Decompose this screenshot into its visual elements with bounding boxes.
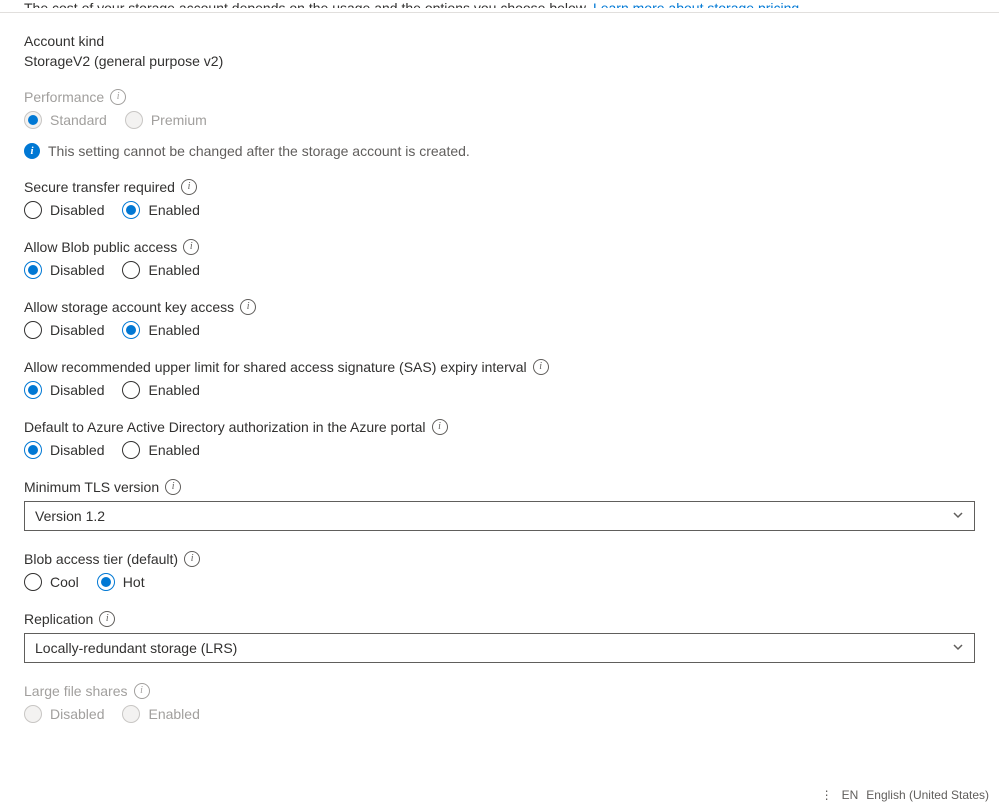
radio-label: Standard xyxy=(50,112,107,128)
radio-label: Hot xyxy=(123,574,145,590)
secure-transfer-disabled-radio[interactable]: Disabled xyxy=(24,201,104,219)
radio-label: Disabled xyxy=(50,202,104,218)
performance-label-row: Performance i xyxy=(24,89,975,105)
blob-tier-label-row: Blob access tier (default) i xyxy=(24,551,975,567)
radio-label: Enabled xyxy=(148,442,199,458)
key-access-label: Allow storage account key access xyxy=(24,299,234,315)
info-icon[interactable]: i xyxy=(165,479,181,495)
top-pricing-note: The cost of your storage account depends… xyxy=(24,0,975,8)
divider xyxy=(0,12,999,13)
aad-auth-label: Default to Azure Active Directory author… xyxy=(24,419,426,435)
status-lang-name[interactable]: English (United States) xyxy=(866,788,989,802)
blob-tier-label: Blob access tier (default) xyxy=(24,551,178,567)
large-file-shares-label-row: Large file shares i xyxy=(24,683,975,699)
radio-label: Premium xyxy=(151,112,207,128)
large-file-shares-enabled-radio: Enabled xyxy=(122,705,199,723)
performance-standard-radio: Standard xyxy=(24,111,107,129)
tls-select-value: Version 1.2 xyxy=(35,508,105,524)
info-filled-icon: i xyxy=(24,143,40,159)
info-icon[interactable]: i xyxy=(184,551,200,567)
tls-select[interactable]: Version 1.2 xyxy=(24,501,975,531)
blob-public-access-enabled-radio[interactable]: Enabled xyxy=(122,261,199,279)
info-icon[interactable]: i xyxy=(183,239,199,255)
replication-select-value: Locally-redundant storage (LRS) xyxy=(35,640,237,656)
radio-label: Enabled xyxy=(148,382,199,398)
status-bar: ⋮ EN English (United States) xyxy=(0,786,999,804)
blob-tier-hot-radio[interactable]: Hot xyxy=(97,573,145,591)
account-kind-value: StorageV2 (general purpose v2) xyxy=(24,53,975,69)
radio-label: Enabled xyxy=(148,706,199,722)
performance-label: Performance xyxy=(24,89,104,105)
sas-expiry-label: Allow recommended upper limit for shared… xyxy=(24,359,527,375)
large-file-shares-label: Large file shares xyxy=(24,683,128,699)
performance-note: i This setting cannot be changed after t… xyxy=(24,143,975,159)
sas-expiry-label-row: Allow recommended upper limit for shared… xyxy=(24,359,975,375)
tls-label-row: Minimum TLS version i xyxy=(24,479,975,495)
kebab-icon[interactable]: ⋮ xyxy=(821,788,834,802)
blob-public-access-label: Allow Blob public access xyxy=(24,239,177,255)
blob-tier-options: Cool Hot xyxy=(24,573,975,591)
secure-transfer-label: Secure transfer required xyxy=(24,179,175,195)
sas-expiry-options: Disabled Enabled xyxy=(24,381,975,399)
secure-transfer-label-row: Secure transfer required i xyxy=(24,179,975,195)
radio-label: Disabled xyxy=(50,706,104,722)
key-access-enabled-radio[interactable]: Enabled xyxy=(122,321,199,339)
info-icon[interactable]: i xyxy=(134,683,150,699)
top-pricing-text: The cost of your storage account depends… xyxy=(24,0,589,8)
key-access-disabled-radio[interactable]: Disabled xyxy=(24,321,104,339)
blob-public-access-label-row: Allow Blob public access i xyxy=(24,239,975,255)
radio-label: Enabled xyxy=(148,202,199,218)
radio-label: Disabled xyxy=(50,262,104,278)
large-file-shares-options: Disabled Enabled xyxy=(24,705,975,723)
chevron-down-icon xyxy=(952,641,964,656)
radio-label: Disabled xyxy=(50,322,104,338)
aad-auth-enabled-radio[interactable]: Enabled xyxy=(122,441,199,459)
status-lang-code[interactable]: EN xyxy=(842,788,859,802)
key-access-options: Disabled Enabled xyxy=(24,321,975,339)
tls-label: Minimum TLS version xyxy=(24,479,159,495)
aad-auth-label-row: Default to Azure Active Directory author… xyxy=(24,419,975,435)
radio-label: Enabled xyxy=(148,322,199,338)
blob-public-access-options: Disabled Enabled xyxy=(24,261,975,279)
key-access-label-row: Allow storage account key access i xyxy=(24,299,975,315)
info-icon[interactable]: i xyxy=(99,611,115,627)
secure-transfer-options: Disabled Enabled xyxy=(24,201,975,219)
aad-auth-disabled-radio[interactable]: Disabled xyxy=(24,441,104,459)
replication-label-row: Replication i xyxy=(24,611,975,627)
chevron-down-icon xyxy=(952,509,964,524)
secure-transfer-enabled-radio[interactable]: Enabled xyxy=(122,201,199,219)
radio-label: Disabled xyxy=(50,442,104,458)
performance-premium-radio: Premium xyxy=(125,111,207,129)
sas-expiry-disabled-radio[interactable]: Disabled xyxy=(24,381,104,399)
blob-tier-cool-radio[interactable]: Cool xyxy=(24,573,79,591)
replication-label: Replication xyxy=(24,611,93,627)
learn-more-link[interactable]: Learn more about storage pricing xyxy=(593,0,799,8)
replication-select[interactable]: Locally-redundant storage (LRS) xyxy=(24,633,975,663)
info-icon[interactable]: i xyxy=(110,89,126,105)
radio-label: Disabled xyxy=(50,382,104,398)
account-kind-label: Account kind xyxy=(24,33,975,49)
radio-label: Enabled xyxy=(148,262,199,278)
info-icon[interactable]: i xyxy=(432,419,448,435)
performance-note-text: This setting cannot be changed after the… xyxy=(48,143,470,159)
large-file-shares-disabled-radio: Disabled xyxy=(24,705,104,723)
blob-public-access-disabled-radio[interactable]: Disabled xyxy=(24,261,104,279)
sas-expiry-enabled-radio[interactable]: Enabled xyxy=(122,381,199,399)
aad-auth-options: Disabled Enabled xyxy=(24,441,975,459)
info-icon[interactable]: i xyxy=(240,299,256,315)
info-icon[interactable]: i xyxy=(181,179,197,195)
performance-options: Standard Premium xyxy=(24,111,975,129)
info-icon[interactable]: i xyxy=(533,359,549,375)
radio-label: Cool xyxy=(50,574,79,590)
